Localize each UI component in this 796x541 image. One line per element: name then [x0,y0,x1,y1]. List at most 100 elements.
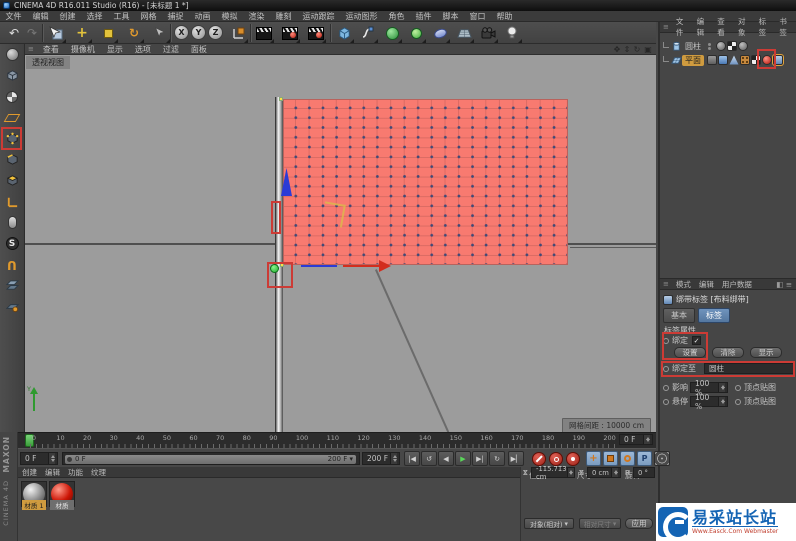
stepper-icon[interactable] [567,468,574,477]
object-row-plane[interactable]: 平面 [660,54,711,67]
vertex-map-label[interactable]: 顶点贴图 [744,382,776,393]
viewport-solo-icon[interactable] [2,213,22,232]
move-tool-icon[interactable]: + [72,23,92,43]
light-icon[interactable] [502,23,522,43]
show-button[interactable]: 显示 [750,347,782,358]
key-circle-icon[interactable] [735,399,741,405]
workplane-icon[interactable] [2,276,22,295]
stepper-icon[interactable] [718,383,725,392]
spline-pen-icon[interactable] [358,23,378,43]
size-field[interactable]: 0 cm [587,467,621,478]
panel-grip-icon[interactable]: ≡ [660,280,672,288]
am-menu-item[interactable]: 模式 [672,279,695,290]
gizmo-z-axis-handle[interactable] [301,265,337,267]
material-name[interactable]: 材质 [50,500,74,510]
key-circle-icon[interactable] [663,385,669,391]
gizmo-plane-handle[interactable] [321,201,346,227]
timeline-tick[interactable]: 150 [450,434,462,442]
model-mode-icon[interactable] [2,66,22,85]
timeline-tick[interactable]: 190 [573,434,585,442]
snap-icon[interactable]: S [2,234,22,253]
timeline-tick[interactable]: 170 [511,434,523,442]
primitive-cube-icon[interactable] [334,23,354,43]
frame-range-slider[interactable]: 0 F 200 F ▾ [62,452,360,465]
rotation-field[interactable]: 0 ° [633,467,655,478]
gizmo-x-axis-handle[interactable] [343,265,381,267]
timeline-tick[interactable]: 110 [327,434,339,442]
menu-item[interactable]: 捕捉 [162,11,189,22]
frame-range-bar[interactable]: 0 F 200 F ▾ [65,455,356,464]
lock-workplane-icon[interactable] [2,297,22,316]
object-name[interactable]: 平面 [682,55,704,66]
viewport-menu-item[interactable]: 摄像机 [65,44,101,55]
selected-point[interactable] [279,97,283,101]
texture-tag-icon[interactable] [727,41,737,51]
render-picture-viewer-icon[interactable] [280,23,300,43]
view-label[interactable]: 透视视图 [26,56,70,69]
selected-point[interactable] [280,263,284,267]
deformer-icon[interactable] [430,23,450,43]
viewport-rotate-icon[interactable]: ↻ [632,45,642,54]
menu-item[interactable]: 运动图形 [340,11,383,22]
make-editable-icon[interactable] [2,45,22,64]
timeline-tick[interactable]: 70 [216,434,224,442]
keyframe-selection-button[interactable] [566,452,580,466]
position-field[interactable]: -115.713 cm [531,467,575,478]
cloth-tag-icon[interactable] [707,55,717,65]
panel-options-icon[interactable]: ◧ ≡ [776,280,796,289]
current-frame-field[interactable]: 0 F [20,452,58,465]
viewport[interactable]: ≡ 查看 摄像机 显示 选项 过滤 面板 ✥ ⇕ ↻ ▣ Y 网格间距 : 10… [25,44,656,432]
redo-icon[interactable]: ↷ [22,23,42,43]
menu-item[interactable]: 创建 [54,11,81,22]
om-menu-item[interactable]: 文件 [672,16,693,38]
menu-item[interactable]: 运动跟踪 [297,11,340,22]
object-name[interactable]: 圆柱 [682,41,704,52]
menu-item[interactable]: 选择 [81,11,108,22]
timeline-tick[interactable]: 130 [388,434,400,442]
tab-basic[interactable]: 基本 [663,308,695,323]
timeline-tick[interactable]: 10 [56,434,64,442]
stepper-icon[interactable] [718,397,725,406]
coordinate-system-icon[interactable] [228,23,248,43]
subdivision-surface-icon[interactable] [382,23,402,43]
key-rotation-toggle[interactable] [620,451,635,466]
viewport-menu-item[interactable]: 查看 [37,44,65,55]
texture-mode-icon[interactable] [2,87,22,106]
om-menu-item[interactable]: 查看 [713,16,734,38]
goto-end-button[interactable]: ▶▏ [508,451,524,466]
play-backwards-button[interactable]: ↺ [421,451,437,466]
render-settings-icon[interactable] [306,23,326,43]
om-menu-item[interactable]: 书签 [775,16,796,38]
x-axis-lock-button[interactable]: X [174,25,189,40]
timeline-tick[interactable]: 90 [269,434,277,442]
material-tile-1[interactable]: 材质 1 [21,481,47,507]
cone-tag-icon[interactable] [729,55,739,65]
quantize-magnet-icon[interactable]: U [2,255,22,274]
menu-item[interactable]: 动画 [189,11,216,22]
menu-item[interactable]: 帮助 [491,11,518,22]
texture-tag-icon[interactable] [751,55,761,65]
flag-plane-object[interactable] [283,99,568,265]
polygons-mode-icon[interactable] [2,171,22,190]
stepper-icon[interactable] [48,453,55,464]
menu-item[interactable]: 工具 [108,11,135,22]
viewport-pan-icon[interactable]: ✥ [612,45,622,54]
menu-item[interactable]: 网格 [135,11,162,22]
menu-item[interactable]: 窗口 [464,11,491,22]
previous-frame-button[interactable]: ◀ [438,451,454,466]
gizmo-x-arrowhead[interactable] [379,260,391,272]
bind-checkbox[interactable]: ✓ [692,336,701,345]
camera-icon[interactable] [478,23,498,43]
bind-to-link-field[interactable]: 圆柱 [704,363,794,374]
stepper-icon[interactable] [390,453,397,464]
menu-item[interactable]: 插件 [410,11,437,22]
timeline-tick[interactable]: 20 [83,434,91,442]
viewport-grip-icon[interactable]: ≡ [25,45,37,53]
material-tag-icon[interactable] [738,41,748,51]
timeline-tick[interactable]: 200 [603,434,615,442]
menu-item[interactable]: 文件 [0,11,27,22]
timeline-tick[interactable]: 180 [542,434,554,442]
menu-item[interactable]: 模拟 [216,11,243,22]
material-menu-item[interactable]: 创建 [18,467,41,478]
loop-button[interactable]: ↻ [489,451,505,466]
